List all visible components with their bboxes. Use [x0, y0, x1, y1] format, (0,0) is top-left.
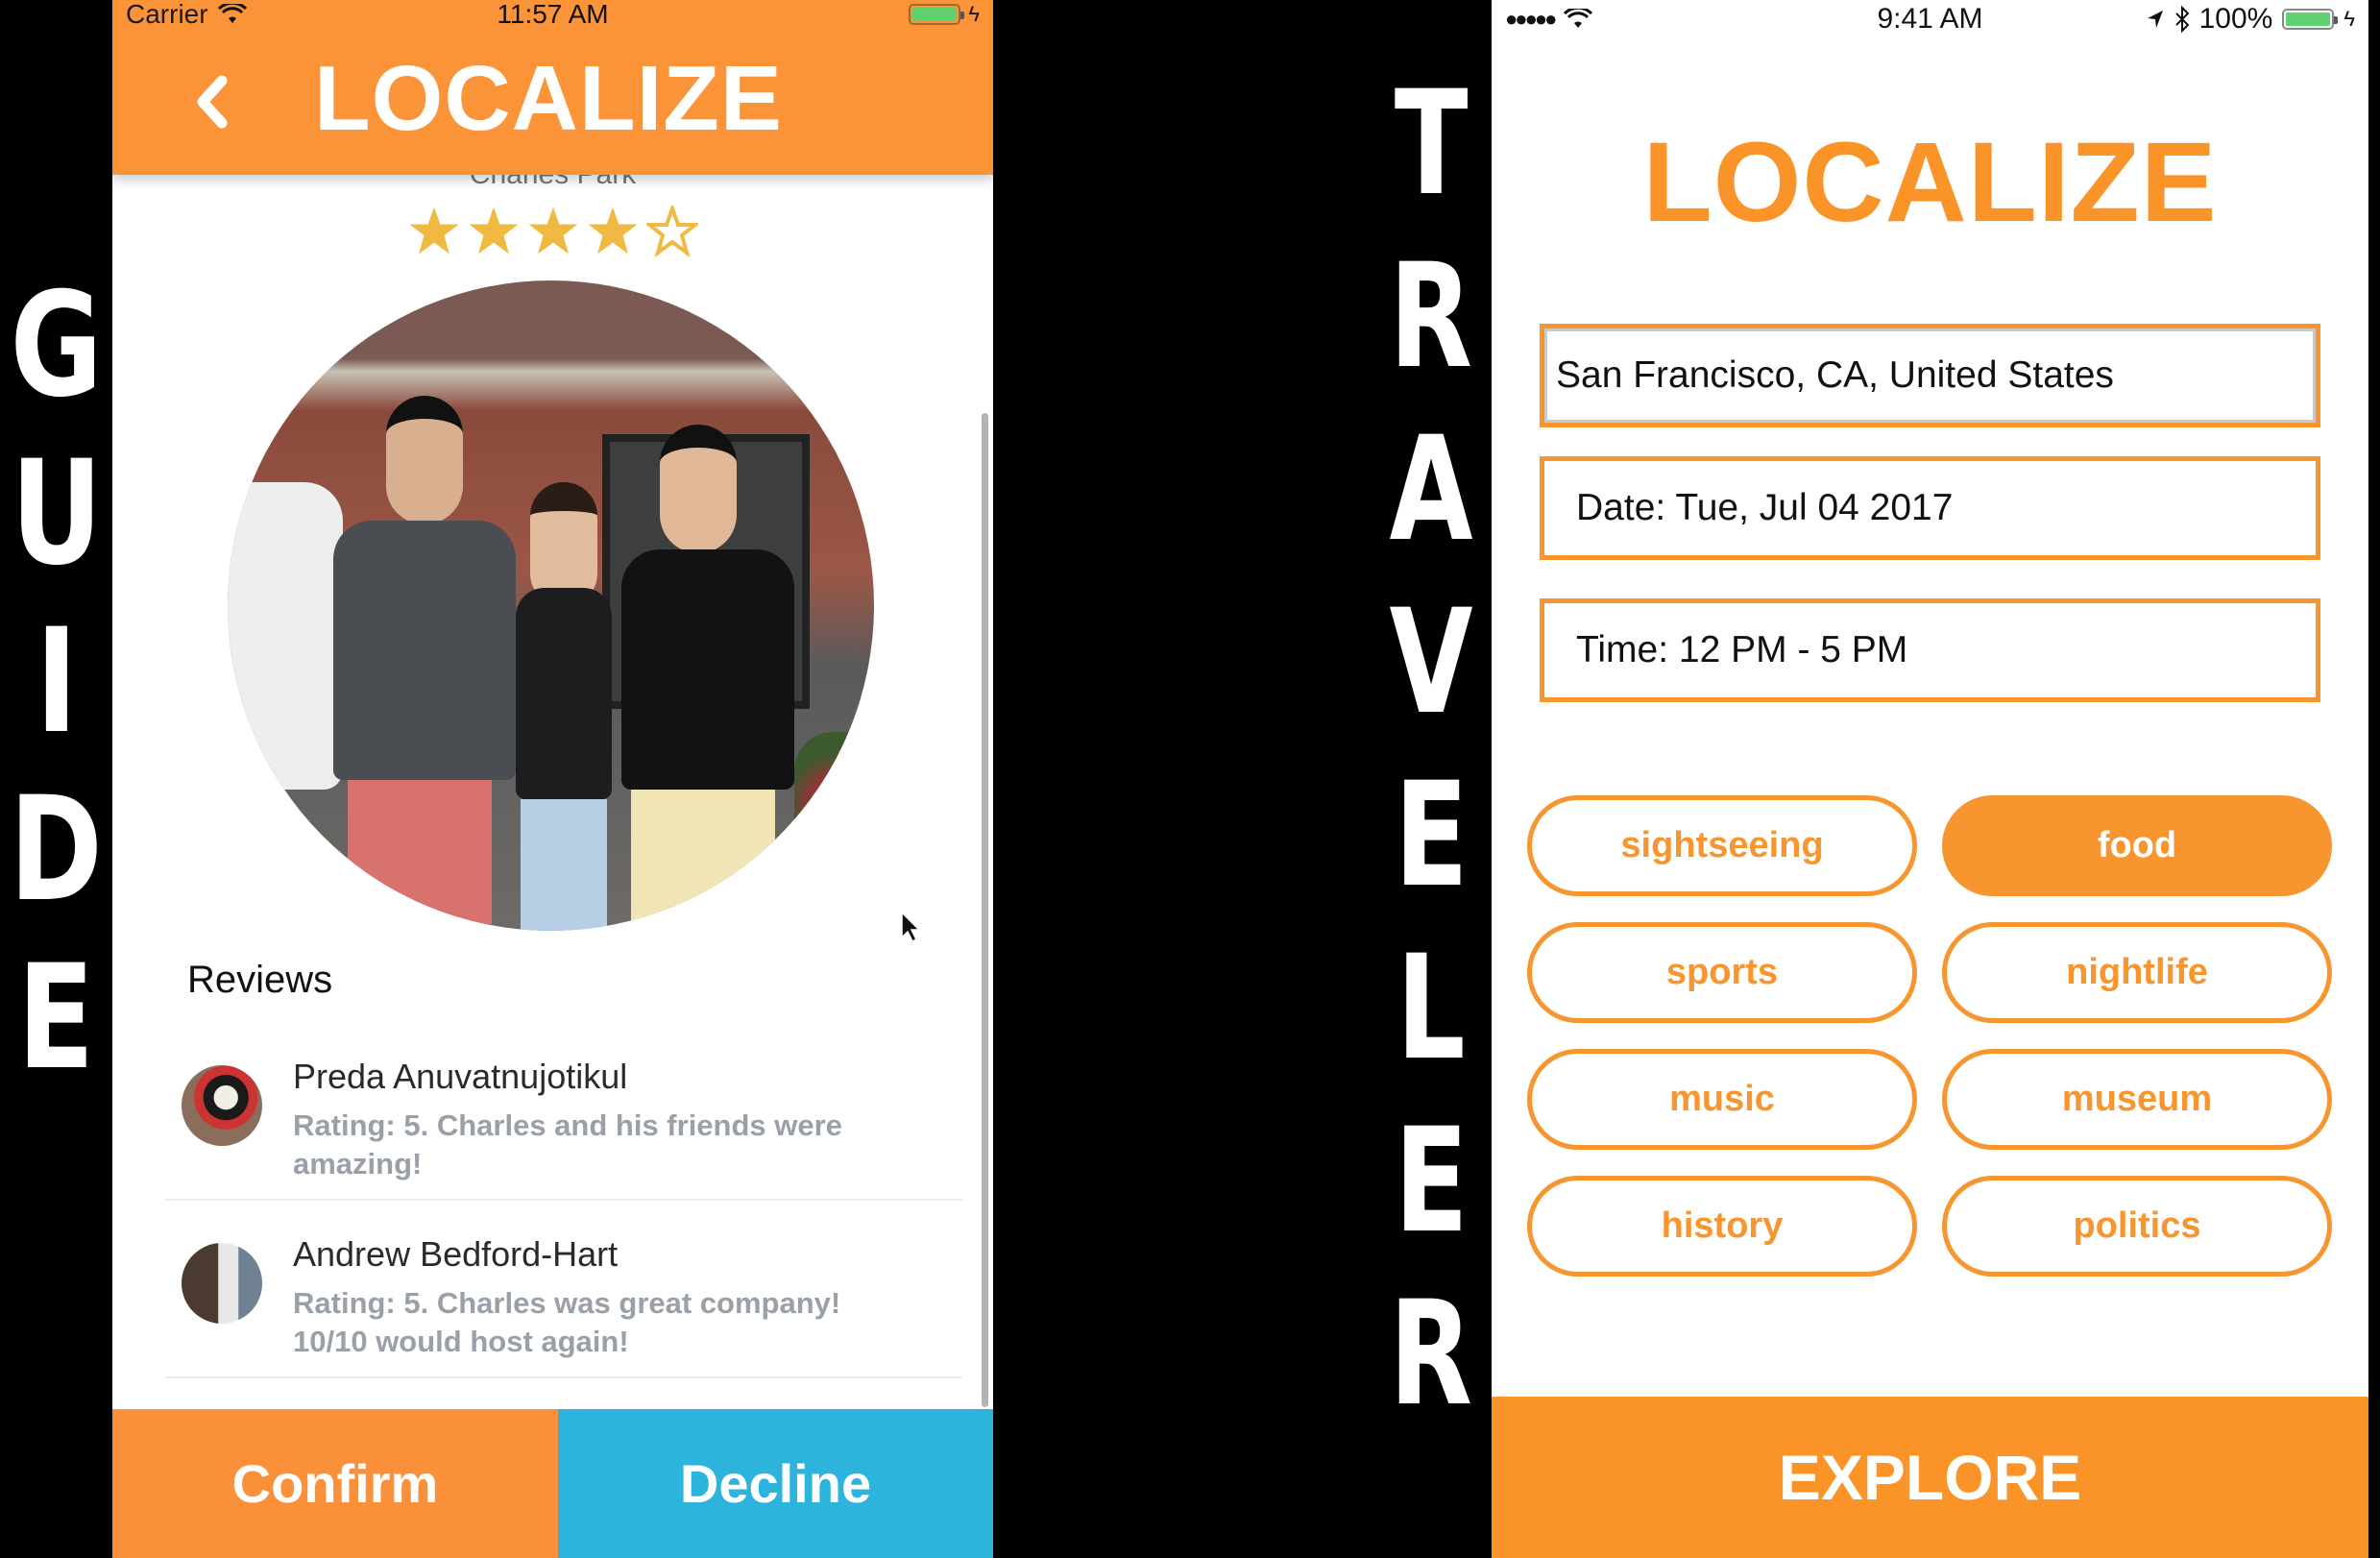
status-bar: ●●●●● 9:41 AM 100% ϟ: [1492, 0, 2368, 38]
traveler-label: T R A V E L E R: [1364, 72, 1498, 1455]
traveler-letter: R: [1389, 1271, 1473, 1438]
star-filled-icon: [409, 207, 458, 255]
traveler-letter: L: [1396, 925, 1466, 1092]
confirm-button[interactable]: Confirm: [112, 1409, 558, 1558]
reviewer-name: Preda Anuvatnujotikul: [293, 1057, 628, 1096]
back-button[interactable]: [183, 63, 241, 140]
category-music-button[interactable]: music: [1527, 1049, 1917, 1150]
charging-icon: ϟ: [968, 2, 980, 26]
category-history-button[interactable]: history: [1527, 1176, 1917, 1277]
charging-icon: ϟ: [2344, 7, 2355, 31]
guide-letter: E: [17, 935, 95, 1102]
reviewer-avatar: [182, 1243, 262, 1324]
star-filled-icon: [528, 207, 577, 255]
star-rating: [112, 206, 993, 257]
category-sports-button[interactable]: sports: [1527, 922, 1917, 1023]
traveler-letter: E: [1394, 752, 1469, 919]
app-title: LOCALIZE: [314, 47, 783, 150]
guide-letter: I: [35, 598, 78, 766]
traveler-letter: T: [1394, 61, 1469, 228]
battery-icon: [2282, 9, 2339, 30]
category-museum-button[interactable]: museum: [1942, 1049, 2332, 1150]
category-sightseeing-button[interactable]: sightseeing: [1527, 795, 1917, 896]
review-text: Rating: 5. Charles was great company! 10…: [293, 1286, 841, 1358]
traveler-letter: E: [1394, 1098, 1469, 1265]
app-title: LOCALIZE: [1642, 119, 2218, 246]
chevron-left-icon: [197, 75, 228, 129]
guide-screen: Carrier 11:57 AM ϟ LOCALIZE Charles Park: [112, 0, 993, 1558]
star-filled-icon: [588, 207, 637, 255]
reviews-heading: Reviews: [187, 959, 333, 1001]
time-picker[interactable]: Time: 12 PM - 5 PM: [1540, 598, 2320, 702]
location-arrow-icon: [2147, 11, 2163, 28]
category-food-button[interactable]: food: [1942, 795, 2332, 896]
traveler-letter: R: [1389, 233, 1473, 401]
nav-header: Carrier 11:57 AM ϟ LOCALIZE: [112, 0, 993, 175]
reviewer-avatar: [182, 1065, 262, 1146]
guide-letter: G: [10, 262, 103, 429]
explore-button[interactable]: EXPLORE: [1492, 1397, 2368, 1558]
traveler-screen: ●●●●● 9:41 AM 100% ϟ LOCALIZE San Franci…: [1492, 0, 2368, 1558]
category-politics-button[interactable]: politics: [1942, 1176, 2332, 1277]
battery-percent: 100%: [2198, 3, 2273, 35]
traveler-letter: V: [1389, 579, 1473, 746]
status-time: 11:57 AM: [497, 0, 609, 29]
review-item: Andrew Bedford-Hart Rating: 5. Charles w…: [165, 1200, 962, 1378]
location-input[interactable]: San Francisco, CA, United States: [1540, 324, 2320, 427]
decline-button[interactable]: Decline: [558, 1409, 993, 1558]
guide-label: G U I D E: [0, 274, 112, 1114]
review-text: Rating: 5. Charles and his friends were …: [293, 1108, 842, 1181]
guide-photo: [228, 280, 874, 931]
reviewer-name: Andrew Bedford-Hart: [293, 1234, 619, 1274]
traveler-letter: A: [1389, 406, 1473, 573]
star-empty-icon: [645, 206, 698, 257]
date-picker[interactable]: Date: Tue, Jul 04 2017: [1540, 456, 2320, 560]
category-nightlife-button[interactable]: nightlife: [1942, 922, 2332, 1023]
review-item: Preda Anuvatnujotikul Rating: 5. Charles…: [165, 1022, 962, 1201]
star-filled-icon: [469, 207, 518, 255]
scroll-indicator[interactable]: [982, 413, 988, 1407]
battery-icon: [909, 4, 965, 25]
mouse-cursor-icon: [901, 911, 921, 943]
bluetooth-icon: [2174, 6, 2190, 33]
guide-letter: U: [10, 430, 103, 597]
status-bar-right: ϟ: [909, 0, 980, 29]
guide-letter: D: [9, 767, 104, 934]
